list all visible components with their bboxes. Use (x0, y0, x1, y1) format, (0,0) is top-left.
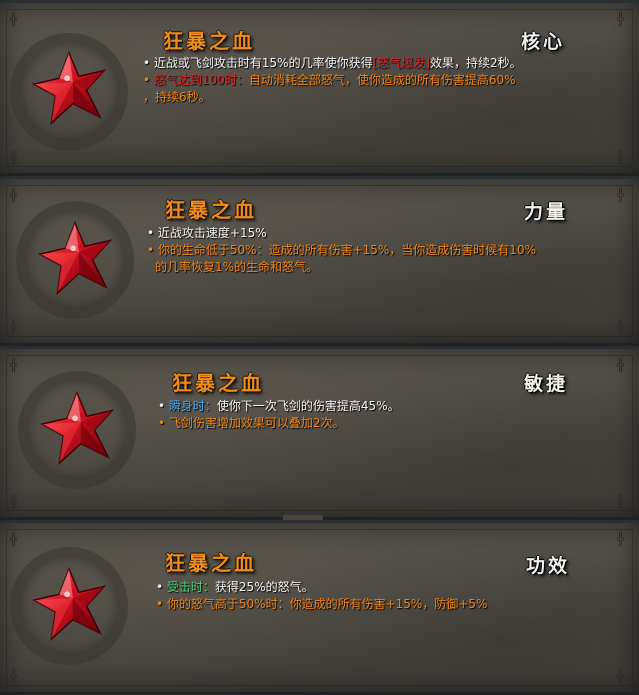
rune-corner-icon: ╬ (617, 320, 625, 334)
desc-text: 近战或飞剑攻击时有15%的几率使你获得 (153, 56, 373, 70)
blood-crystal-icon (30, 49, 108, 127)
talent-panel-strength[interactable]: ╬ ╬ ╬ ╬ 狂暴之血 力量 • 近战攻击速度+15% • 你的生命低于50%… (0, 176, 639, 346)
desc-line-2: • 你的生命低于50%：造成的所有伤害+15%，当你造成伤害时候有10% (147, 242, 536, 259)
blood-crystal-icon (38, 389, 116, 467)
rune-corner-icon: ╬ (10, 358, 18, 372)
condition-text: 瞬身时： (168, 399, 217, 413)
bullet: • (147, 226, 155, 240)
rune-corner-icon: ╬ (617, 669, 625, 683)
talent-description: • 近战或飞剑攻击时有15%的几率使你获得[怒气爆发]效果，持续2秒。 • 怒气… (143, 55, 522, 106)
desc-text: 你的生命低于50%：造成的所有伤害+15%，当你造成伤害时候有10% (157, 243, 536, 257)
bullet: • (156, 580, 164, 594)
talent-panel-efficacy[interactable]: ╬ ╬ ╬ ╬ 狂暴之血 功效 • 受击时：获得25%的怒气。 • 你的怒气高于… (0, 520, 639, 695)
talent-category: 功效 (526, 555, 571, 577)
rune-corner-icon: ╬ (617, 494, 625, 508)
desc-text: 飞剑伤害增加效果可以叠加2次。 (168, 416, 345, 430)
desc-text: 你的怒气高于50%时：你造成的所有伤害+15%，防御+5% (166, 597, 488, 611)
blood-crystal-icon (36, 219, 114, 297)
rune-corner-icon: ╬ (10, 532, 18, 546)
rune-corner-icon: ╬ (617, 188, 625, 202)
desc-text: 使你下一次飞剑的伤害提高45%。 (216, 399, 400, 413)
desc-text: 近战攻击速度+15% (157, 226, 267, 240)
bullet: • (143, 73, 151, 87)
rune-corner-icon: ╬ (10, 12, 18, 26)
talent-list: ╬ ╬ ╬ ╬ 狂暴之血 核心 • 近战或飞剑攻击时有15%的几率使你获得[怒气… (0, 0, 639, 695)
condition-text: 怒气达到100时： (153, 73, 249, 87)
desc-line-1: • 近战或飞剑攻击时有15%的几率使你获得[怒气爆发]效果，持续2秒。 (143, 55, 522, 72)
talent-category: 力量 (524, 201, 569, 223)
talent-description: • 受击时：获得25%的怒气。 • 你的怒气高于50%时：你造成的所有伤害+15… (156, 579, 487, 613)
effect-text: 自动消耗全部怒气，使你造成的所有伤害提高60% (248, 73, 516, 87)
rune-corner-icon: ╬ (10, 188, 18, 202)
desc-line-2: • 你的怒气高于50%时：你造成的所有伤害+15%，防御+5% (156, 596, 487, 613)
talent-title: 狂暴之血 (165, 198, 257, 222)
desc-line-1: • 近战攻击速度+15% (147, 225, 536, 242)
blood-crystal-icon (30, 565, 108, 643)
desc-line-1: • 瞬身时：使你下一次飞剑的伤害提高45%。 (158, 398, 400, 415)
bullet: • (143, 56, 151, 70)
condition-text: 受击时： (166, 580, 215, 594)
desc-line-3: ，持续6秒。 (143, 90, 211, 104)
desc-text: 效果，持续2秒。 (429, 56, 522, 70)
rune-corner-icon: ╬ (617, 358, 625, 372)
rune-corner-icon: ╬ (617, 532, 625, 546)
desc-line-3: 的几率恢复1%的生命和怒气。 (155, 260, 319, 274)
talent-title: 狂暴之血 (163, 29, 255, 53)
bullet: • (156, 597, 164, 611)
talent-description: • 瞬身时：使你下一次飞剑的伤害提高45%。 • 飞剑伤害增加效果可以叠加2次。 (158, 398, 400, 432)
talent-panel-core[interactable]: ╬ ╬ ╬ ╬ 狂暴之血 核心 • 近战或飞剑攻击时有15%的几率使你获得[怒气… (0, 0, 639, 176)
rune-corner-icon: ╬ (617, 150, 625, 164)
talent-description: • 近战攻击速度+15% • 你的生命低于50%：造成的所有伤害+15%，当你造… (147, 225, 536, 276)
talent-panel-agility[interactable]: ╬ ╬ ╬ ╬ 狂暴之血 敏捷 • 瞬身时：使你下一次飞剑的伤害提高45%。 •… (0, 346, 639, 521)
desc-text: 获得25%的怒气。 (214, 580, 314, 594)
rune-corner-icon: ╬ (10, 320, 18, 334)
bullet: • (147, 243, 155, 257)
talent-title: 狂暴之血 (165, 551, 257, 575)
bullet: • (158, 399, 166, 413)
keyword-rage-burst: [怒气爆发] (372, 56, 430, 70)
rune-corner-icon: ╬ (10, 150, 18, 164)
desc-line-2: • 怒气达到100时：自动消耗全部怒气，使你造成的所有伤害提高60% (143, 72, 522, 89)
talent-category: 敏捷 (524, 373, 569, 395)
bullet: • (158, 416, 166, 430)
talent-title: 狂暴之血 (172, 371, 264, 395)
rune-corner-icon: ╬ (10, 669, 18, 683)
rune-corner-icon: ╬ (10, 494, 18, 508)
desc-line-1: • 受击时：获得25%的怒气。 (156, 579, 487, 596)
desc-line-2: • 飞剑伤害增加效果可以叠加2次。 (158, 415, 400, 432)
rune-corner-icon: ╬ (617, 12, 625, 26)
talent-category: 核心 (521, 31, 566, 53)
